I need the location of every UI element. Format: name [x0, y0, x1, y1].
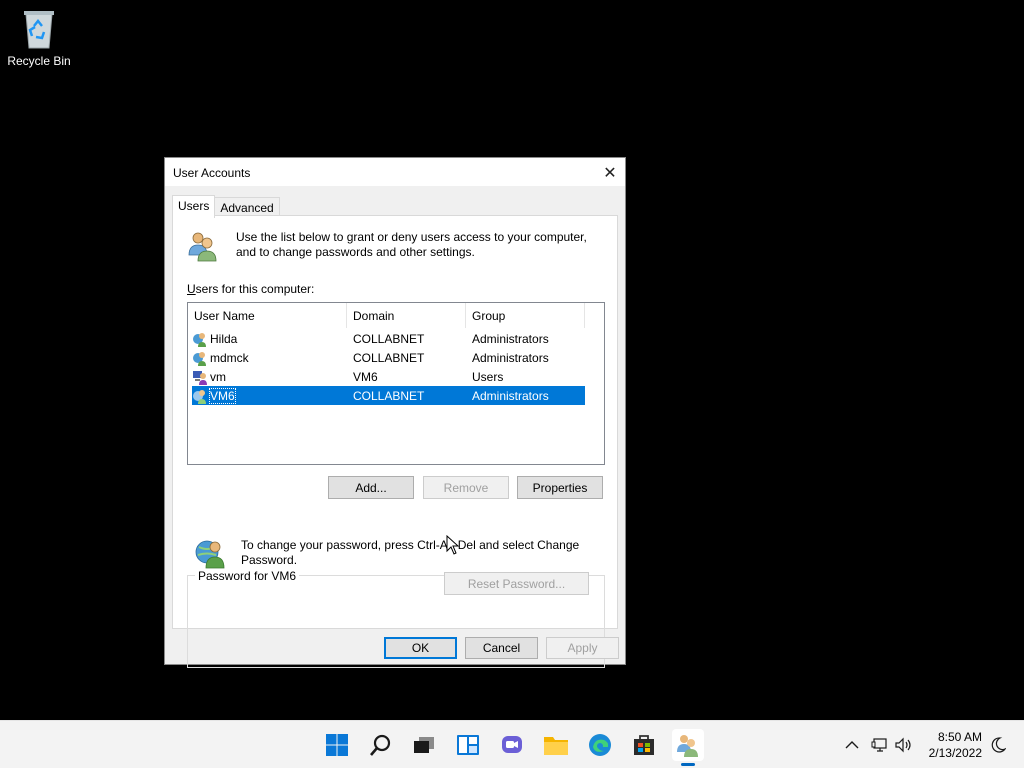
table-row-selected[interactable]: VM6 COLLABNET Administrators: [192, 386, 585, 405]
listview-rows: Hilda COLLABNET Administrators mdmck COL…: [188, 329, 604, 405]
chevron-up-icon[interactable]: [842, 735, 862, 755]
listview-header: User Name Domain Group: [188, 303, 604, 328]
cell-domain: COLLABNET: [353, 350, 425, 365]
cell-group: Administrators: [472, 350, 549, 365]
cell-domain: COLLABNET: [353, 388, 425, 403]
users-listview[interactable]: User Name Domain Group Hilda COLLABNET A…: [187, 302, 605, 465]
user-accounts-dialog: User Accounts ✕ Users Advanced Use the l…: [164, 157, 626, 668]
user-name: mdmck: [210, 350, 249, 365]
table-row[interactable]: mdmck COLLABNET Administrators: [192, 348, 585, 367]
user-name: vm: [210, 369, 226, 384]
user-name: VM6: [209, 387, 236, 404]
recycle-bin-desktop-icon[interactable]: Recycle Bin: [4, 6, 74, 76]
chat-icon[interactable]: [496, 729, 528, 761]
cell-user-name: VM6: [192, 387, 347, 404]
recycle-bin-icon: [20, 6, 58, 50]
table-row[interactable]: Hilda COLLABNET Administrators: [192, 329, 585, 348]
domain-user-icon: [193, 389, 206, 404]
taskbar: 8:50 AM 2/13/2022: [0, 720, 1024, 768]
password-group-label: Password for VM6: [195, 569, 300, 583]
search-icon[interactable]: [365, 729, 397, 761]
properties-button[interactable]: Properties: [517, 476, 603, 499]
column-group[interactable]: Group: [466, 303, 585, 328]
edge-icon[interactable]: [584, 729, 616, 761]
user-password-icon: [194, 535, 228, 569]
network-icon[interactable]: [870, 735, 890, 755]
user-name: Hilda: [210, 331, 238, 346]
users-list-label: Users for this computer:: [187, 282, 314, 296]
user-accounts-icon[interactable]: [672, 729, 704, 766]
users-group-icon: [186, 229, 220, 263]
intro-line-1: Use the list below to grant or deny user…: [236, 230, 587, 244]
cell-group: Administrators: [472, 388, 549, 403]
password-line-1: To change your password, press Ctrl-Alt-…: [241, 538, 580, 552]
intro-description: Use the list below to grant or deny user…: [236, 230, 606, 260]
cancel-button[interactable]: Cancel: [465, 637, 538, 659]
domain-user-icon: [193, 351, 206, 366]
remove-button[interactable]: Remove: [423, 476, 509, 499]
recycle-bin-label: Recycle Bin: [7, 54, 71, 68]
column-user-name[interactable]: User Name: [188, 303, 347, 328]
taskbar-clock[interactable]: 8:50 AM 2/13/2022: [929, 729, 982, 761]
volume-icon[interactable]: [894, 735, 914, 755]
intro-line-2: and to change passwords and other settin…: [236, 245, 475, 259]
add-button[interactable]: Add...: [328, 476, 414, 499]
local-user-icon: [193, 370, 207, 385]
cell-group: Users: [472, 369, 504, 384]
tab-users[interactable]: Users: [172, 195, 216, 218]
cell-group: Administrators: [472, 331, 549, 346]
store-icon[interactable]: [628, 729, 660, 761]
file-explorer-icon[interactable]: [540, 729, 572, 761]
widgets-icon[interactable]: [452, 729, 484, 761]
cell-domain: COLLABNET: [353, 331, 425, 346]
mouse-cursor-icon: [446, 534, 460, 555]
clock-date: 2/13/2022: [928, 746, 982, 760]
dialog-titlebar[interactable]: User Accounts ✕: [165, 158, 625, 187]
start-icon[interactable]: [321, 729, 353, 761]
cell-user-name: mdmck: [192, 350, 347, 366]
focus-assist-moon-icon[interactable]: [988, 735, 1008, 755]
domain-user-icon: [193, 332, 206, 347]
cell-domain: VM6: [353, 369, 378, 384]
table-row[interactable]: vm VM6 Users: [192, 367, 585, 386]
close-icon[interactable]: ✕: [595, 158, 625, 187]
ok-button[interactable]: OK: [384, 637, 457, 659]
clock-time: 8:50 AM: [937, 730, 982, 744]
users-label-accel: U: [187, 282, 196, 296]
tab-advanced[interactable]: Advanced: [214, 197, 280, 217]
users-label-text: sers for this computer:: [195, 282, 315, 296]
column-domain[interactable]: Domain: [347, 303, 466, 328]
apply-button[interactable]: Apply: [546, 637, 619, 659]
password-instructions: To change your password, press Ctrl-Alt-…: [241, 538, 586, 568]
cell-user-name: vm: [192, 369, 347, 385]
tab-strip: Users Advanced: [172, 195, 280, 218]
cell-user-name: Hilda: [192, 331, 347, 347]
reset-password-button[interactable]: Reset Password...: [444, 572, 589, 595]
task-view-icon[interactable]: [408, 729, 440, 761]
password-line-2: Password.: [241, 553, 298, 567]
dialog-title: User Accounts: [173, 166, 251, 180]
